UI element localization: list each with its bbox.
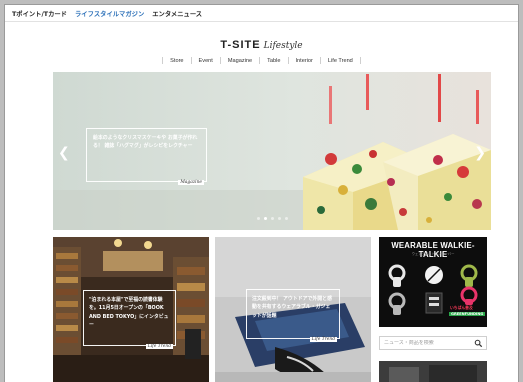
sidebar-ad-banner-secondary[interactable] — [379, 361, 487, 382]
ad-badge-text: いちばん普及 — [450, 305, 473, 310]
article-category-tag: Life Trend — [145, 344, 173, 349]
category-magazine[interactable]: Magazine — [228, 58, 252, 64]
slider-dot[interactable] — [277, 217, 281, 220]
hero-caption-box[interactable]: 絵本のようなクリスマスケーキや お菓子が作れる！ 雑誌「ハグマグ」がレシピをレク… — [86, 128, 207, 185]
slider-dots — [53, 217, 491, 220]
chevron-left-icon[interactable]: ❮ — [58, 146, 70, 160]
search-box — [379, 336, 487, 350]
browser-frame: Tポイント/Tカード ライフスタイルマガジン エンタメニュース T-SITE Li… — [5, 5, 518, 382]
category-table[interactable]: Table — [267, 58, 280, 64]
category-event[interactable]: Event — [199, 58, 213, 64]
hero-slider[interactable]: 絵本のようなクリスマスケーキや お菓子が作れる！ 雑誌「ハグマグ」がレシピをレク… — [53, 72, 491, 230]
nav-lifestyle-magazine[interactable]: ライフスタイルマガジン — [75, 9, 144, 18]
sidebar-ad-banner[interactable]: WEARABLE WALKIE-TALKIE ウェアラブルトランシーバー いちば… — [379, 237, 487, 327]
hero-category-tag: Magazine — [178, 180, 204, 185]
logo-brand: T-SITE — [220, 39, 261, 51]
slider-dot[interactable] — [284, 217, 288, 220]
search-icon[interactable] — [474, 339, 483, 348]
nav-tpoint[interactable]: Tポイント/Tカード — [12, 9, 67, 18]
divider — [162, 57, 164, 64]
category-navigation: Store Event Magazine Table Interior Life… — [5, 57, 518, 64]
divider — [259, 57, 261, 64]
nav-entame-news[interactable]: エンタメニュース — [152, 9, 202, 18]
ad-greenfunding-badge: GREENFUNDING — [449, 312, 486, 316]
ad-secondary-image — [379, 361, 487, 382]
category-store[interactable]: Store — [170, 58, 183, 64]
slider-dot[interactable] — [256, 217, 260, 220]
article-caption-box[interactable]: 注文殺到中！ アウトドアで外開と感動を共有するウェアラブル・ガジェットが話題 L… — [246, 289, 340, 342]
category-interior[interactable]: Interior — [296, 58, 313, 64]
top-navigation: Tポイント/Tカード ライフスタイルマガジン エンタメニュース — [5, 5, 518, 22]
slider-dot[interactable] — [270, 217, 274, 220]
divider — [319, 57, 321, 64]
chevron-right-icon[interactable]: ❯ — [474, 146, 486, 160]
divider — [287, 57, 289, 64]
divider — [219, 57, 221, 64]
article-card-wearable-gadget[interactable]: 注文殺到中！ アウトドアで外開と感動を共有するウェアラブル・ガジェットが話題 L… — [215, 237, 371, 382]
divider — [190, 57, 192, 64]
article-caption-box[interactable]: "泊まれる本屋"で至福の読書体験を。11月5日オープンの「BOOK AND BE… — [83, 290, 176, 349]
article-title: "泊まれる本屋"で至福の読書体験を。11月5日オープンの「BOOK AND BE… — [89, 297, 169, 328]
divider — [359, 57, 361, 64]
article-title: 注文殺到中！ アウトドアで外開と感動を共有するウェアラブル・ガジェットが話題 — [252, 296, 332, 319]
slider-dot-active[interactable] — [263, 217, 267, 220]
hero-caption: 絵本のようなクリスマスケーキや お菓子が作れる！ 雑誌「ハグマグ」がレシピをレク… — [93, 135, 198, 150]
article-card-book-and-bed[interactable]: "泊まれる本屋"で至福の読書体験を。11月5日オープンの「BOOK AND BE… — [53, 237, 209, 382]
site-logo[interactable]: T-SITE Lifestyle — [5, 33, 518, 52]
logo-script: Lifestyle — [263, 41, 303, 51]
article-category-tag: Life Trend — [309, 337, 337, 342]
category-life-trend[interactable]: Life Trend — [328, 58, 353, 64]
search-input[interactable] — [384, 340, 474, 346]
